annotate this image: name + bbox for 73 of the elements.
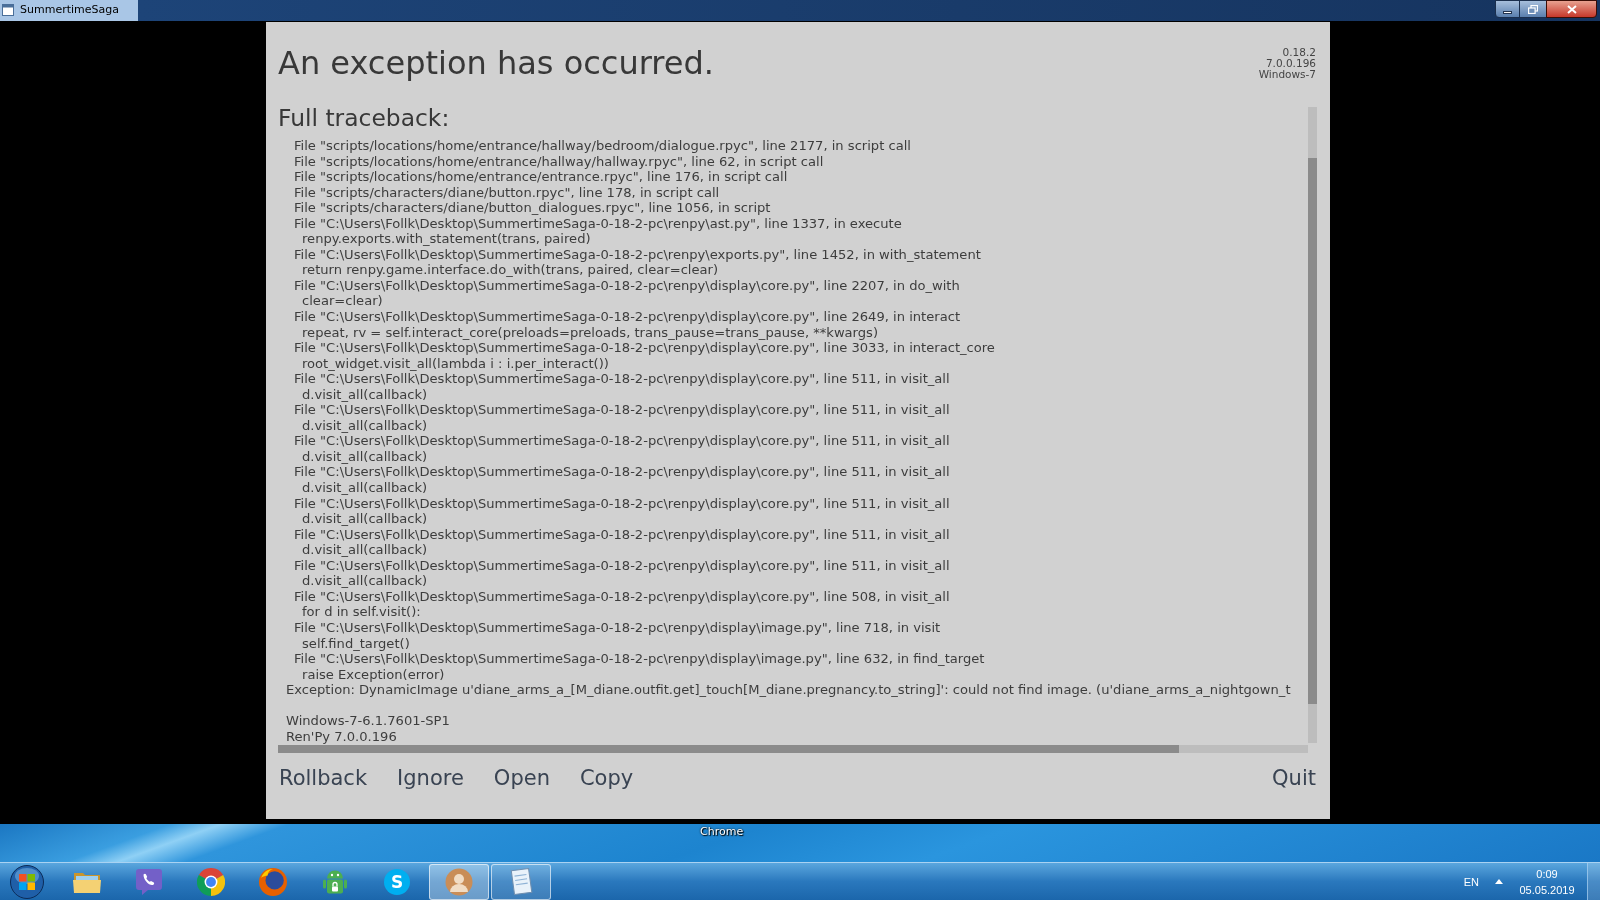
traceback-code-line: d.visit_all(callback)	[301, 480, 428, 496]
traceback-line: File "scripts/characters/diane/button.rpyc", line 178, in script call	[293, 184, 720, 201]
restore-icon	[1528, 4, 1538, 14]
error-heading: An exception has occurred.	[278, 44, 714, 82]
traceback-code-line: raise Exception(error)	[301, 666, 445, 683]
caret-up-icon	[1495, 879, 1503, 884]
traceback-code-line: repeat, rv = self.interact_core(preloads=preloads, trans_pause=trans_pause, **kwargs)	[301, 324, 878, 341]
traceback-line: File "scripts/locations/home/entrance/hallway/bedroom/dialogue.rpyc", line 2177, in script call	[293, 138, 911, 154]
notepad-icon	[509, 868, 533, 895]
traceback-line: File "scripts/locations/home/entrance/hallway/hallway.rpyc", line 62, in script call	[293, 153, 824, 170]
taskbar-app-button[interactable]	[429, 863, 489, 900]
system-info-text: Ren'Py 7.0.0.196	[285, 728, 397, 745]
clock[interactable]: 0:09 05.05.2019	[1512, 865, 1582, 898]
traceback-line: File "C:\Users\Follk\Desktop\SummertimeSaga-0-18-2-pc\renpy\display\core.py", line 3033, in interact_core	[293, 340, 995, 356]
traceback-title: Full traceback:	[278, 107, 450, 129]
traceback-code-line: self.find_target()	[301, 635, 410, 652]
version-text: 0.18.2	[1282, 47, 1316, 58]
app-window-icon	[2, 4, 14, 16]
traceback-code-line: root_widget.visit_all(lambda i : i.per_interact())	[301, 355, 609, 372]
traceback-code-line: d.visit_all(callback)	[301, 417, 428, 434]
taskbar-app-button[interactable]	[491, 863, 551, 900]
traceback-code-line: return renpy.game.interface.do_with(trans, paired, clear=clear)	[301, 262, 719, 278]
desktop-icon-label[interactable]: Chrome	[700, 825, 744, 838]
action-button[interactable]: Open	[493, 765, 550, 791]
show-desktop-button[interactable]	[1587, 863, 1600, 900]
flag-orb-icon	[10, 864, 44, 899]
language-indicator[interactable]: EN	[1463, 874, 1479, 889]
traceback-line: File "C:\Users\Follk\Desktop\SummertimeSaga-0-18-2-pc\renpy\display\core.py", line 511, in visit_all	[293, 495, 950, 512]
traceback-code-line: d.visit_all(callback)	[301, 573, 428, 589]
restore-button[interactable]	[1520, 0, 1546, 18]
traceback-line: File "C:\Users\Follk\Desktop\SummertimeSaga-0-18-2-pc\renpy\exports.py", line 1452, in with_statement	[293, 246, 981, 263]
clock-time: 0:09	[1536, 866, 1558, 882]
traceback-code-line: d.visit_all(callback)	[301, 511, 428, 527]
minimize-icon	[1503, 10, 1512, 14]
quit-button[interactable]: Quit	[1272, 765, 1316, 791]
traceback-code-line: clear=clear)	[301, 293, 383, 309]
version-text: 7.0.0.196	[1265, 58, 1316, 69]
traceback-line: File "scripts/characters/diane/button_dialogues.rpyc", line 1056, in script	[293, 200, 771, 216]
letter-logo-icon: S	[384, 868, 410, 895]
avatar-icon	[445, 867, 473, 896]
traceback-line: File "C:\Users\Follk\Desktop\SummertimeSaga-0-18-2-pc\renpy\display\core.py", line 2207, in do_with	[293, 277, 960, 294]
traceback-line: File "C:\Users\Follk\Desktop\SummertimeSaga-0-18-2-pc\renpy\display\core.py", line 511, in visit_all	[293, 371, 950, 387]
traceback-code-line: d.visit_all(callback)	[301, 542, 428, 558]
close-button[interactable]	[1546, 0, 1597, 18]
fox-globe-icon	[259, 867, 287, 896]
action-button[interactable]: Rollback	[279, 765, 368, 791]
traceback-line: File "C:\Users\Follk\Desktop\SummertimeSaga-0-18-2-pc\renpy\ast.py", line 1337, in execute	[293, 215, 902, 232]
action-button[interactable]: Ignore	[397, 765, 464, 791]
system-info-text: Windows-7-6.1.7601-SP1	[285, 713, 450, 729]
exception-message: Exception: DynamicImage u'diane_arms_a_[M_diane.outfit.get]_touch[M_diane.pregnancy.to_string]': could not find image. (u'diane_arms_a_nightgown_t	[285, 682, 1291, 698]
traceback-code-line: for d in self.visit():	[301, 604, 421, 620]
traceback-line: File "scripts/locations/home/entrance/entrance.rpyc", line 176, in script call	[293, 169, 788, 185]
minimize-button[interactable]	[1495, 0, 1520, 18]
traceback-line: File "C:\Users\Follk\Desktop\SummertimeSaga-0-18-2-pc\renpy\display\core.py", line 511, in visit_all	[293, 433, 950, 449]
traceback-line: File "C:\Users\Follk\Desktop\SummertimeSaga-0-18-2-pc\renpy\display\core.py", line 511, in visit_all	[293, 464, 950, 481]
close-icon	[1566, 4, 1577, 14]
action-button[interactable]: Copy	[579, 765, 634, 791]
traceback-code-line: d.visit_all(callback)	[301, 448, 428, 465]
phone-chat-icon	[135, 867, 163, 896]
traceback-line: File "C:\Users\Follk\Desktop\SummertimeSaga-0-18-2-pc\renpy\display\core.py", line 2649, in interact	[293, 309, 960, 325]
window-title: SummertimeSaga	[20, 2, 119, 18]
version-text: Windows-7	[1258, 69, 1316, 80]
traceback-line: File "C:\Users\Follk\Desktop\SummertimeSaga-0-18-2-pc\renpy\display\core.py", line 511, in visit_all	[293, 402, 950, 418]
traceback-code-line: d.visit_all(callback)	[301, 386, 428, 403]
traceback-line: File "C:\Users\Follk\Desktop\SummertimeSaga-0-18-2-pc\renpy\display\core.py", line 511, in visit_all	[293, 526, 950, 543]
robot-icon	[322, 868, 348, 895]
traceback-code-line: renpy.exports.with_statement(trans, paired)	[301, 231, 591, 247]
traceback-line: File "C:\Users\Follk\Desktop\SummertimeSaga-0-18-2-pc\renpy\display\core.py", line 511, in visit_all	[293, 557, 950, 574]
clock-date: 05.05.2019	[1519, 882, 1575, 898]
traceback-line: File "C:\Users\Follk\Desktop\SummertimeSaga-0-18-2-pc\renpy\display\image.py", line 632, in find_target	[293, 651, 985, 667]
segmented-circle-icon	[197, 867, 225, 896]
traceback-line: File "C:\Users\Follk\Desktop\SummertimeSaga-0-18-2-pc\renpy\display\image.py", line 718, in visit	[293, 619, 941, 636]
traceback-line: File "C:\Users\Follk\Desktop\SummertimeSaga-0-18-2-pc\renpy\display\core.py", line 508, in visit_all	[293, 588, 950, 605]
